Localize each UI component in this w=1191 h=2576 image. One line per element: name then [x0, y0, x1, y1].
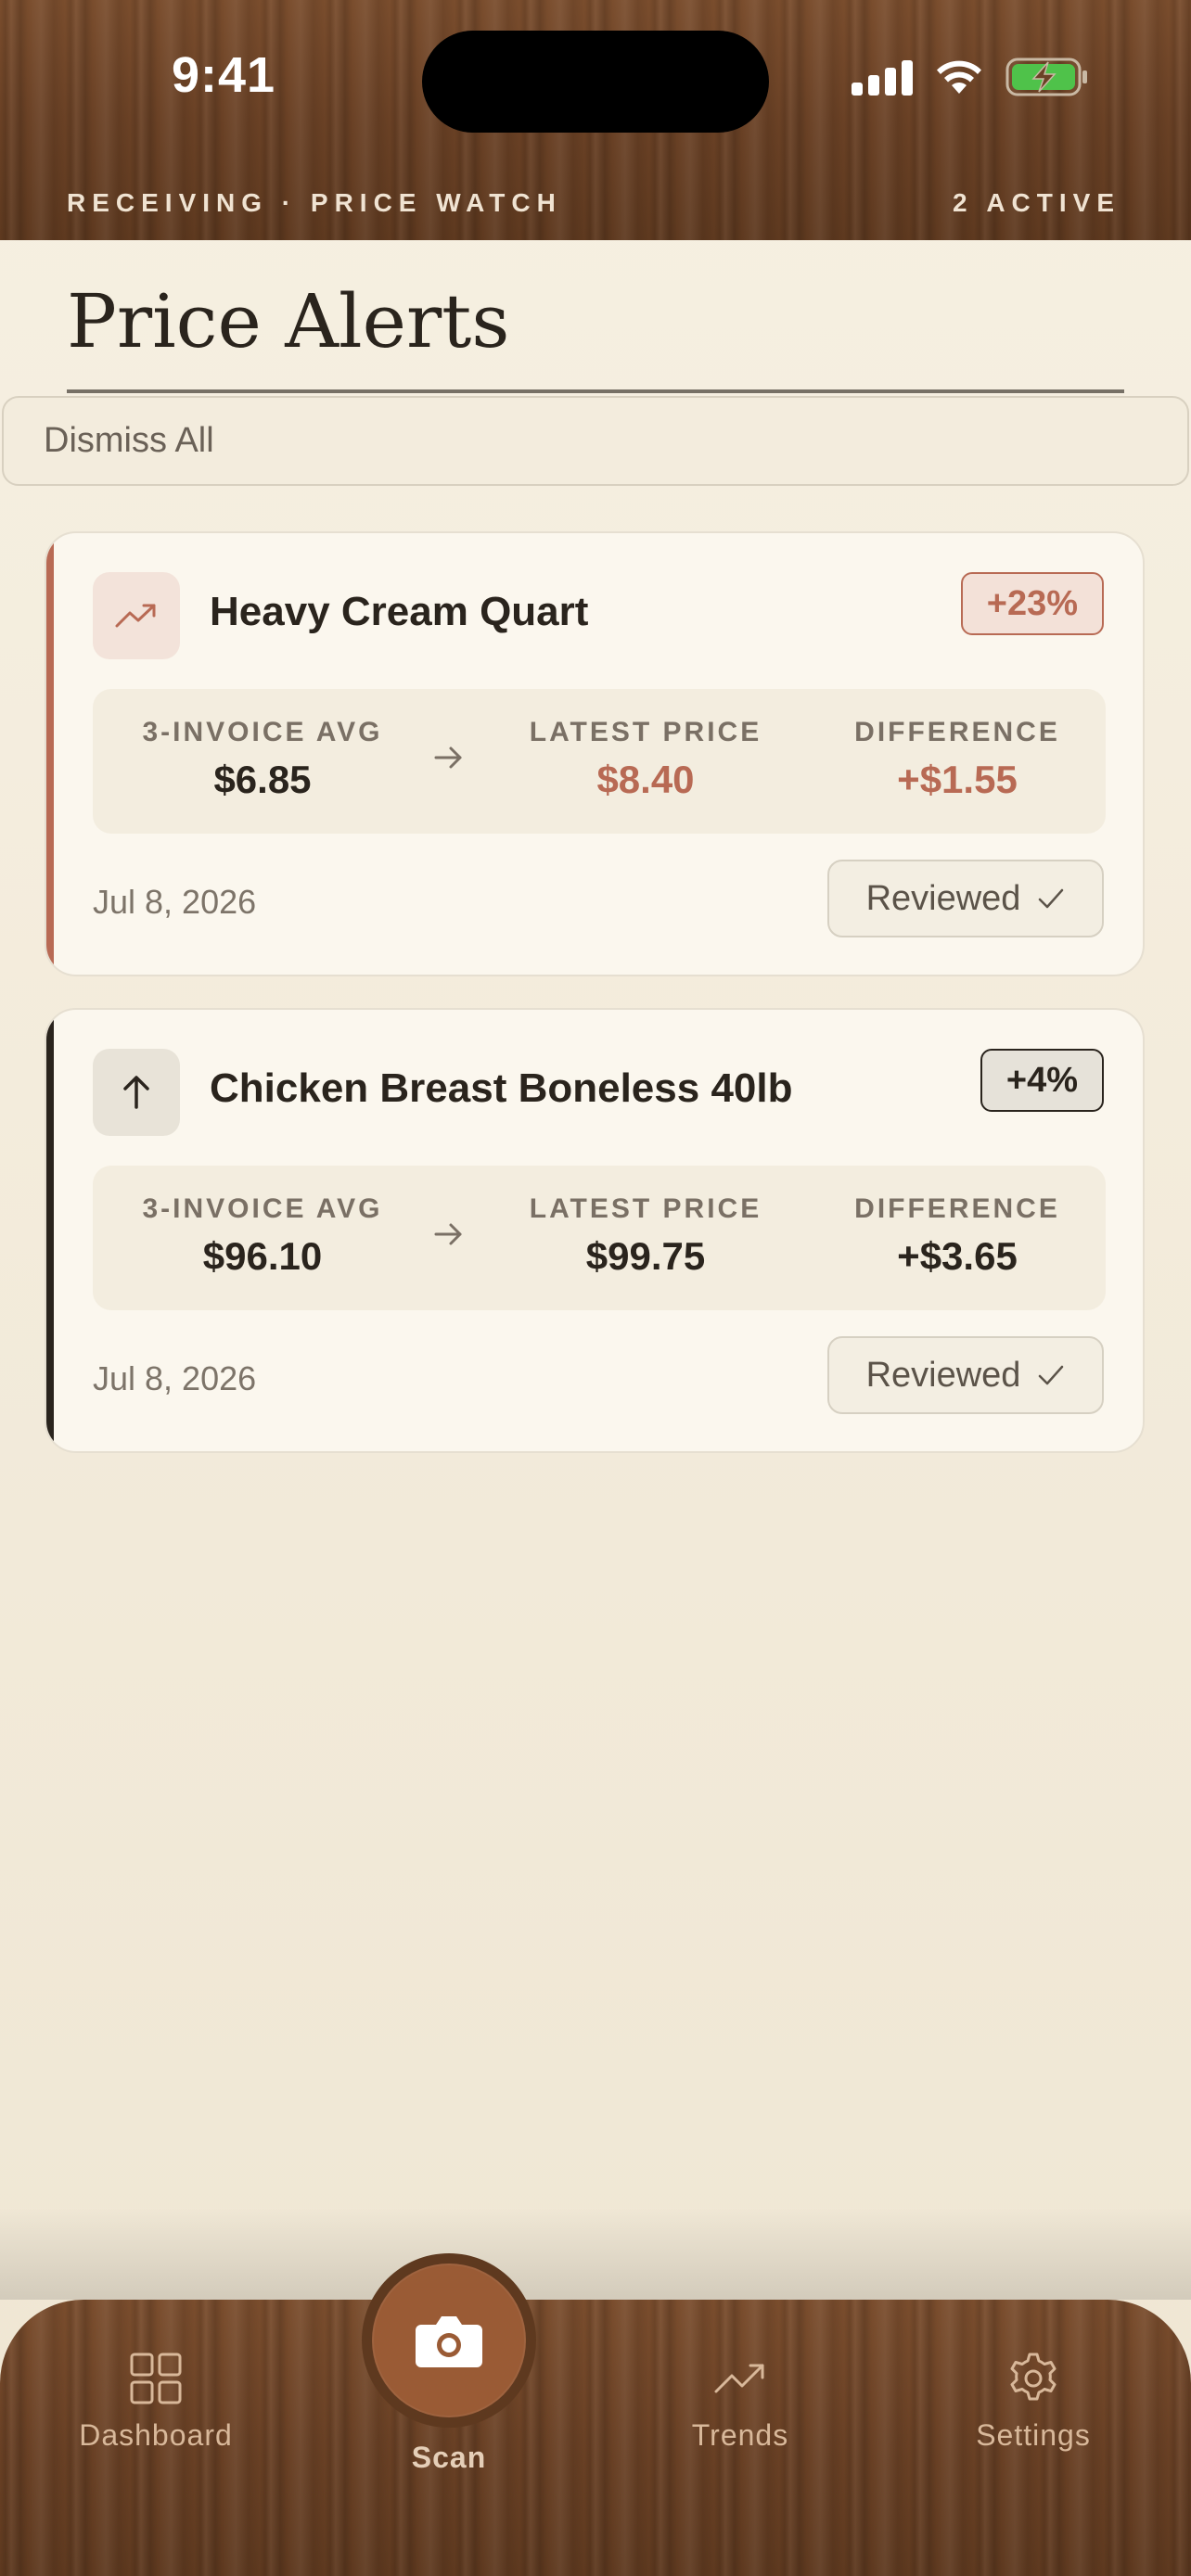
dismiss-all-button[interactable]: Dismiss All: [2, 396, 1189, 486]
battery-charging-icon: [1005, 57, 1089, 96]
avg-label: 3-INVOICE AVG: [142, 717, 383, 747]
checkmark-icon: [1039, 1365, 1064, 1385]
price-stats: 3-INVOICE AVG $6.85 LATEST PRICE $8.40 D…: [93, 689, 1106, 834]
difference-value: +$1.55: [897, 758, 1018, 801]
arrow-right-icon: [432, 1218, 466, 1256]
alert-accent-bar: [46, 533, 54, 975]
latest-label: LATEST PRICE: [529, 1193, 762, 1224]
dynamic-island: [422, 31, 769, 133]
alert-date: Jul 8, 2026: [93, 1359, 257, 1397]
reviewed-button[interactable]: Reviewed: [827, 860, 1104, 937]
checkmark-icon: [1039, 888, 1064, 909]
title-divider: [67, 389, 1124, 393]
nav-settings[interactable]: Settings: [931, 2348, 1135, 2453]
latest-value: $8.40: [596, 758, 695, 801]
avg-label: 3-INVOICE AVG: [142, 1193, 383, 1224]
status-time: 9:41: [172, 47, 276, 103]
avg-stat: 3-INVOICE AVG $6.85: [93, 717, 432, 802]
arrow-right-icon: [432, 741, 466, 779]
status-icons: [852, 57, 1089, 96]
alert-accent-bar: [46, 1010, 54, 1451]
camera-icon: [416, 2316, 482, 2367]
reviewed-button[interactable]: Reviewed: [827, 1336, 1104, 1414]
difference-label: DIFFERENCE: [854, 717, 1060, 747]
page-title: Price Alerts: [67, 278, 510, 364]
app-header: 9:41 RECEIVING · PRICE WATCH 2 ACTIVE: [0, 0, 1191, 240]
latest-value: $99.75: [585, 1234, 706, 1278]
alert-date: Jul 8, 2026: [93, 883, 257, 921]
bottom-nav: Dashboard Trends Settings: [0, 2300, 1191, 2576]
nav-dashboard[interactable]: Dashboard: [54, 2348, 258, 2453]
difference-label: DIFFERENCE: [854, 1193, 1060, 1224]
percent-badge: +4%: [980, 1049, 1104, 1112]
avg-value: $6.85: [213, 758, 312, 801]
grid-icon: [54, 2348, 258, 2409]
difference-stat: DIFFERENCE +$3.65: [809, 1193, 1106, 1279]
wifi-icon: [933, 58, 985, 96]
item-name: Chicken Breast Boneless 40lb: [210, 1065, 793, 1111]
latest-stat: LATEST PRICE $8.40: [482, 717, 809, 802]
scan-label: Scan: [411, 2441, 487, 2474]
latest-label: LATEST PRICE: [529, 717, 762, 747]
percent-badge: +23%: [960, 572, 1104, 635]
header-subtitle: RECEIVING · PRICE WATCH: [67, 188, 562, 217]
item-name: Heavy Cream Quart: [210, 589, 589, 634]
nav-dashboard-label: Dashboard: [79, 2418, 233, 2452]
alert-card: Heavy Cream Quart +23% 3-INVOICE AVG $6.…: [45, 531, 1145, 976]
arrow-up-icon: [93, 1049, 180, 1136]
scan-button[interactable]: [372, 2264, 526, 2417]
price-stats: 3-INVOICE AVG $96.10 LATEST PRICE $99.75…: [93, 1166, 1106, 1310]
difference-value: +$3.65: [897, 1234, 1018, 1278]
scan-button-ring: [362, 2253, 536, 2428]
alert-card: Chicken Breast Boneless 40lb +4% 3-INVOI…: [45, 1008, 1145, 1453]
trending-up-icon: [93, 572, 180, 659]
active-count: 2 ACTIVE: [953, 188, 1121, 217]
trending-up-icon: [638, 2348, 842, 2409]
nav-settings-label: Settings: [976, 2418, 1091, 2452]
reviewed-label: Reviewed: [865, 878, 1021, 918]
avg-stat: 3-INVOICE AVG $96.10: [93, 1193, 432, 1279]
reviewed-label: Reviewed: [865, 1355, 1021, 1395]
difference-stat: DIFFERENCE +$1.55: [809, 717, 1106, 802]
cellular-signal-icon: [852, 58, 913, 96]
nav-trends[interactable]: Trends: [638, 2348, 842, 2453]
latest-stat: LATEST PRICE $99.75: [482, 1193, 809, 1279]
nav-shadow: [0, 2207, 1191, 2300]
avg-value: $96.10: [202, 1234, 323, 1278]
gear-icon: [931, 2348, 1135, 2409]
nav-trends-label: Trends: [691, 2418, 789, 2452]
